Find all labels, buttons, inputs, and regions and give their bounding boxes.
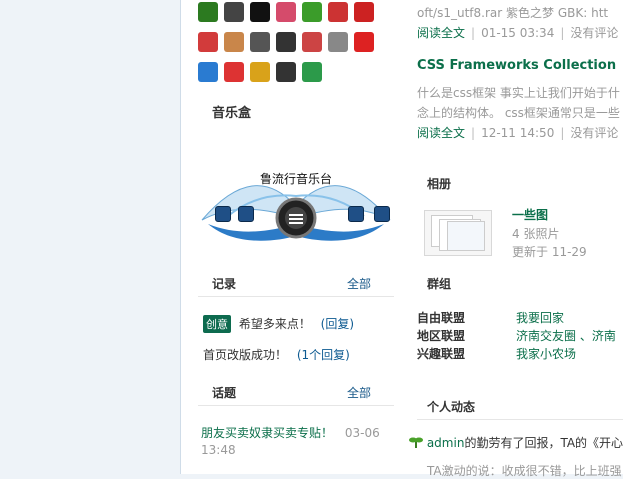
record-tag-badge: 创意 <box>203 315 231 333</box>
record-reply-link[interactable]: (1个回复) <box>297 348 350 362</box>
record-text: 希望多来点！ <box>238 317 311 331</box>
record-item-1: 创意 希望多来点！ (回复) <box>203 315 354 333</box>
blog-post1-meta: 阅读全文 | 01-15 03:34 | 没有评论 <box>417 26 619 40</box>
feed-text: 的勤劳有了回报，TA的《开心 <box>464 436 623 450</box>
album-photo-count: 4 张照片 <box>512 227 560 241</box>
topic-item: 朋友买卖奴隶买卖专贴！ 03-06 <box>201 424 380 441</box>
album-thumbnail[interactable] <box>424 210 492 256</box>
gear-tool-icon[interactable] <box>328 32 348 52</box>
group-link[interactable]: 我家小农场 <box>516 345 576 362</box>
music-box-title: 音乐盒 <box>212 106 252 121</box>
feed-quote: TA激动的说：收成很不错，比上班强 <box>427 464 622 478</box>
mask-icon[interactable] <box>276 32 296 52</box>
headphones-icon[interactable] <box>250 32 270 52</box>
topics-divider <box>198 405 394 406</box>
stop-button[interactable] <box>348 206 364 222</box>
character-icon[interactable] <box>224 32 244 52</box>
blog-post2-meta: 阅读全文 | 12-11 14:50 | 没有评论 <box>417 126 619 140</box>
document-icon[interactable] <box>224 62 244 82</box>
music-player: 鲁流行音乐台 <box>198 166 394 246</box>
records-title: 记录 <box>212 277 237 291</box>
blog-snippet-line: oft/s1_utf8.rar 紫色之梦 GBK: htt <box>417 6 609 20</box>
football-icon[interactable] <box>276 62 296 82</box>
blog-post-title[interactable]: CSS Frameworks Collection【css <box>417 54 623 73</box>
topic-date: 03-06 <box>344 426 380 440</box>
fan-icon[interactable] <box>354 2 374 22</box>
records-divider <box>198 296 394 297</box>
k-circle-icon[interactable] <box>198 62 218 82</box>
album-updated: 更新于 11-29 <box>512 245 587 259</box>
sprout-icon <box>409 435 423 449</box>
topics-title: 话题 <box>212 386 237 400</box>
group-label: 兴趣联盟 <box>417 347 466 361</box>
post-date: 01-15 03:34 <box>481 26 555 40</box>
music-station-name: 鲁流行音乐台 <box>260 172 333 186</box>
album-title: 相册 <box>427 177 452 191</box>
kite-icon[interactable] <box>328 2 348 22</box>
record-text: 首页改版成功！ <box>203 348 288 362</box>
group-link[interactable]: 济南交友圈 、济南 <box>516 327 616 344</box>
blog-post-excerpt-1: 什么是css框架 事实上让我们开始于什 <box>417 86 620 100</box>
flask-icon[interactable] <box>302 62 322 82</box>
groups-title: 群组 <box>427 277 452 291</box>
feed-item: admin的勤劳有了回报，TA的《开心 <box>409 434 623 451</box>
records-more-link[interactable]: 全部 <box>347 275 371 292</box>
rabbit-icon[interactable] <box>276 2 296 22</box>
car-icon[interactable] <box>302 32 322 52</box>
comment-count: 没有评论 <box>570 126 619 140</box>
record-item-2: 首页改版成功！ (1个回复) <box>203 346 350 363</box>
panda-icon[interactable] <box>224 2 244 22</box>
read-more-link[interactable]: 阅读全文 <box>417 126 465 140</box>
group-label: 地区联盟 <box>417 329 466 343</box>
prev-track-button[interactable] <box>215 206 231 222</box>
read-more-link[interactable]: 阅读全文 <box>417 26 465 40</box>
mountain-logo-icon[interactable] <box>250 2 270 22</box>
card-icon[interactable] <box>198 32 218 52</box>
feed-divider <box>417 419 623 420</box>
pin-icon[interactable] <box>354 32 374 52</box>
post-date: 12-11 14:50 <box>481 126 555 140</box>
group-link[interactable]: 我要回家 <box>516 309 564 326</box>
next-track-button[interactable] <box>374 206 390 222</box>
feed-user-link[interactable]: admin <box>427 436 465 450</box>
topic-time: 13:48 <box>201 443 236 457</box>
leaf-badge-icon[interactable] <box>302 2 322 22</box>
topic-link[interactable]: 朋友买卖奴隶买卖专贴！ <box>201 426 333 440</box>
left-sidebar-strip <box>0 0 180 474</box>
pause-button[interactable] <box>238 206 254 222</box>
app-icon-grid <box>198 2 388 92</box>
record-reply-link[interactable]: (回复) <box>321 317 354 331</box>
comment-count: 没有评论 <box>570 26 619 40</box>
album-name-link[interactable]: 一些图 <box>512 206 548 223</box>
topics-more-link[interactable]: 全部 <box>347 384 371 401</box>
feed-title: 个人动态 <box>427 400 476 414</box>
sprout-icon[interactable] <box>198 2 218 22</box>
blog-post-excerpt-2: 念上的结构体。 css框架通常只是一些 <box>417 106 620 120</box>
coins-icon[interactable] <box>250 62 270 82</box>
group-label: 自由联盟 <box>417 311 466 325</box>
